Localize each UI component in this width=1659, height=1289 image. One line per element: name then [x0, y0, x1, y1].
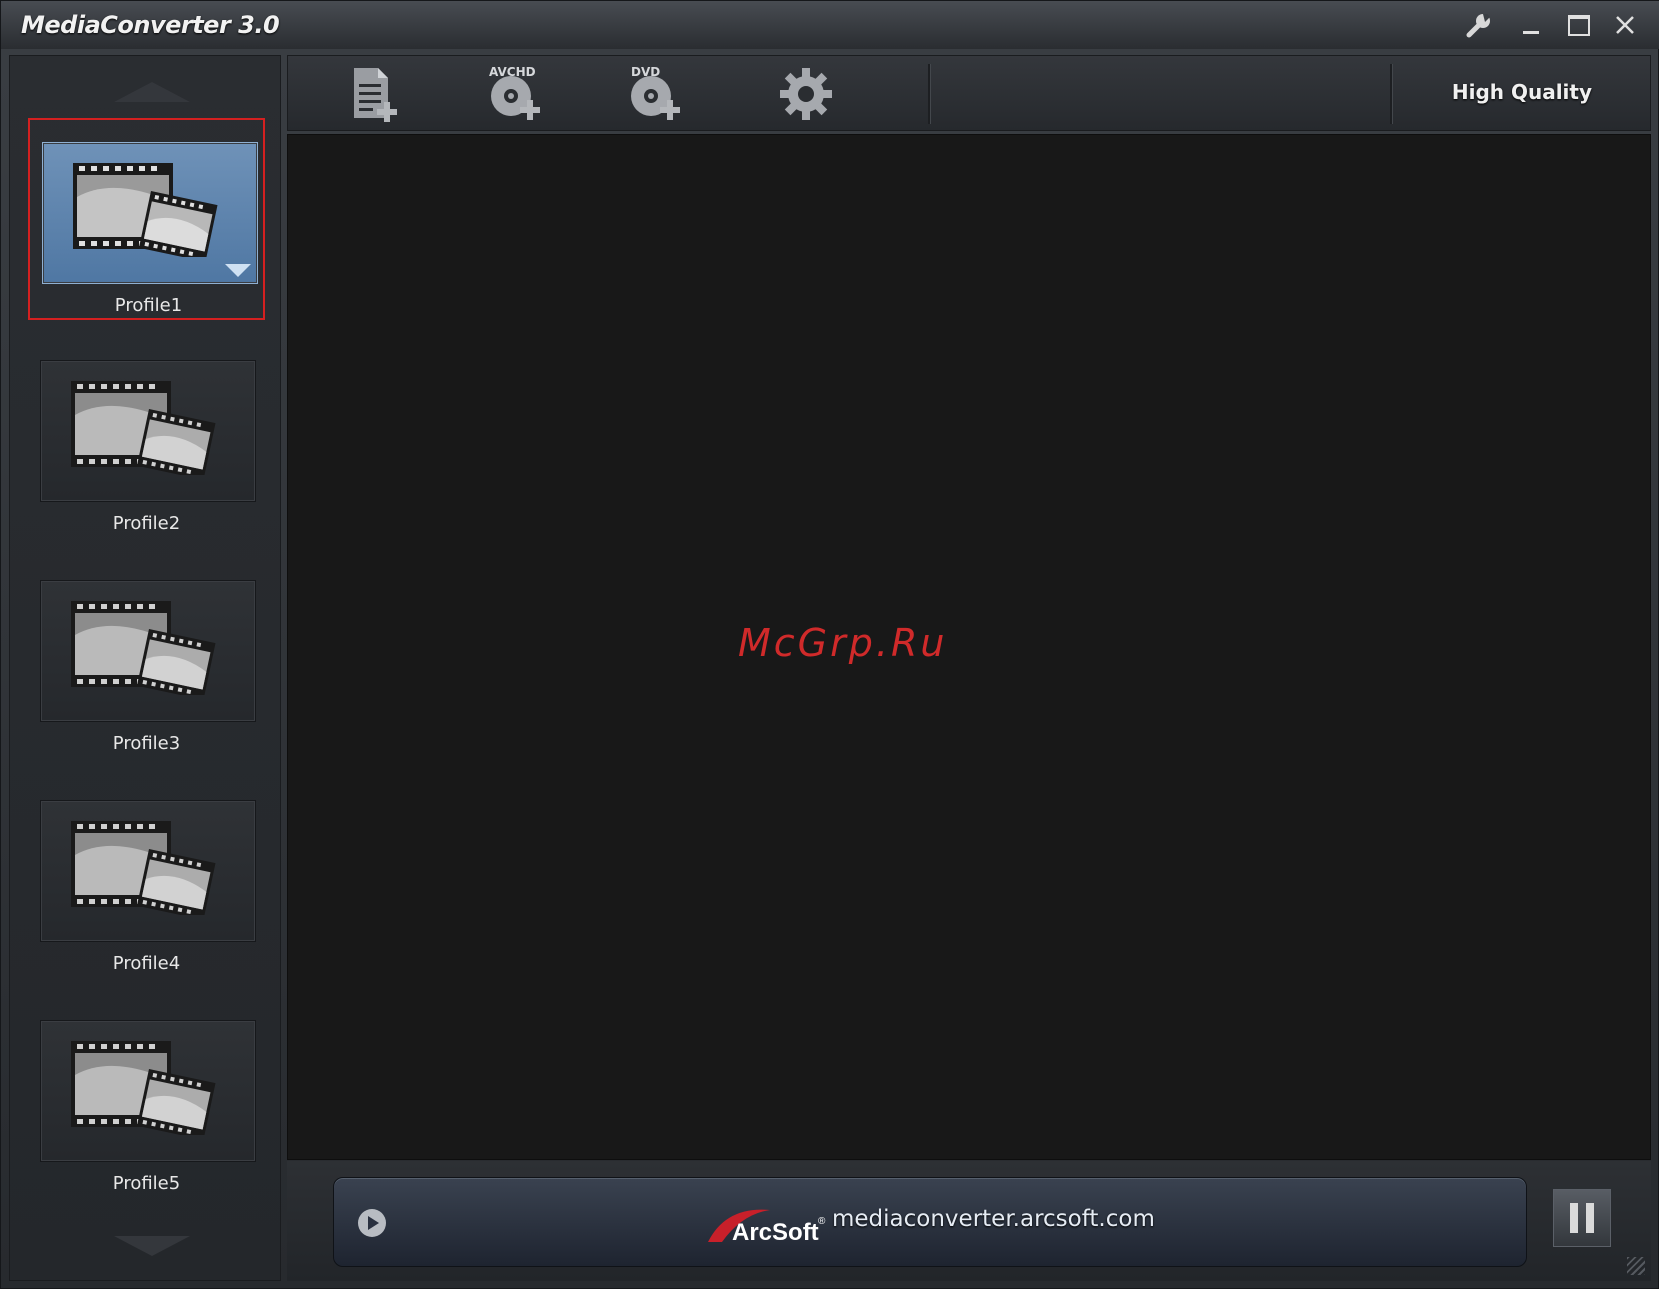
app-window: MediaConverter 3.0 Profile1 Profile2 Pro…: [0, 0, 1659, 1289]
svg-text:DVD: DVD: [631, 65, 660, 79]
resize-grip-icon[interactable]: [1627, 1257, 1645, 1275]
media-list-area[interactable]: McGrp.Ru: [287, 134, 1651, 1160]
dvd-disc-add-icon: DVD: [631, 65, 680, 120]
wrench-icon[interactable]: [1463, 9, 1495, 41]
gear-icon: [780, 68, 832, 120]
maximize-icon[interactable]: [1563, 9, 1595, 41]
profile-thumbnail[interactable]: [40, 800, 256, 942]
play-icon[interactable]: [356, 1207, 388, 1239]
toolbar-divider: [1390, 64, 1393, 124]
add-avchd-button[interactable]: AVCHD: [476, 64, 552, 124]
app-title: MediaConverter 3.0: [21, 11, 280, 39]
arcsoft-logo: ArcSoft ®: [708, 1209, 826, 1246]
settings-button[interactable]: [768, 64, 844, 124]
brand-mark: ®: [818, 1216, 826, 1227]
profile-item-2[interactable]: Profile2: [28, 338, 265, 540]
status-bar: ArcSoft ® mediaconverter.arcsoft.com: [287, 1161, 1651, 1281]
profile-item-1[interactable]: Profile1: [28, 118, 265, 320]
pause-icon: [1570, 1203, 1578, 1233]
film-icon: [71, 821, 216, 915]
profile-label: Profile3: [112, 733, 181, 754]
profile-thumbnail[interactable]: [40, 360, 256, 502]
profile-thumbnail[interactable]: [40, 580, 256, 722]
close-icon[interactable]: [1609, 9, 1641, 41]
brand-text: ArcSoft: [732, 1219, 819, 1246]
add-file-icon: [354, 68, 397, 122]
profile-item-4[interactable]: Profile4: [28, 778, 265, 980]
pause-button[interactable]: [1553, 1189, 1611, 1247]
profile-item-5[interactable]: Profile5: [28, 998, 265, 1200]
scroll-down-arrow-icon[interactable]: [114, 1236, 190, 1256]
profile-label: Profile4: [112, 953, 181, 974]
avchd-disc-add-icon: AVCHD: [489, 65, 540, 120]
profile-label: Profile5: [112, 1173, 181, 1194]
website-link[interactable]: mediaconverter.arcsoft.com: [832, 1206, 1155, 1232]
add-dvd-button[interactable]: DVD: [616, 64, 692, 124]
quality-selector[interactable]: High Quality: [1452, 80, 1592, 104]
profile-label: Profile2: [112, 513, 181, 534]
add-file-button[interactable]: [336, 64, 412, 124]
film-icon: [71, 601, 216, 695]
profile-label: Profile1: [114, 295, 183, 316]
profile-sidebar: Profile1 Profile2 Profile3 Profile4 Prof…: [9, 55, 281, 1281]
film-icon: [71, 381, 216, 475]
film-icon: [71, 1041, 216, 1135]
scroll-up-arrow-icon[interactable]: [114, 82, 190, 102]
title-bar[interactable]: MediaConverter 3.0: [1, 1, 1659, 49]
arcsoft-banner[interactable]: ArcSoft ® mediaconverter.arcsoft.com: [333, 1177, 1527, 1267]
toolbar-divider: [928, 64, 931, 124]
watermark-text: McGrp.Ru: [738, 621, 948, 665]
minimize-icon[interactable]: [1515, 9, 1547, 41]
toolbar: AVCHD DVD High Quality: [287, 55, 1651, 131]
profile-thumbnail[interactable]: [42, 142, 258, 284]
dropdown-arrow-icon[interactable]: [225, 264, 251, 277]
svg-text:AVCHD: AVCHD: [489, 65, 536, 79]
profile-item-3[interactable]: Profile3: [28, 558, 265, 760]
profile-thumbnail[interactable]: [40, 1020, 256, 1162]
film-icon: [73, 163, 218, 257]
